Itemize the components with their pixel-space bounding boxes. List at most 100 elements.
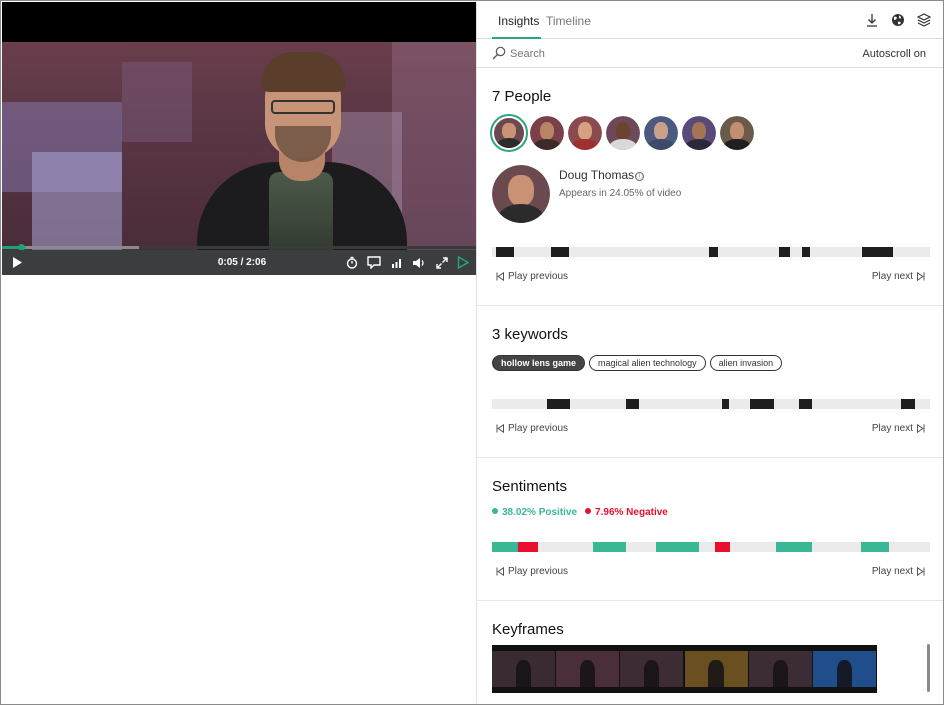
skip-previous-icon [496, 567, 504, 576]
search-bar: Autoscroll on [477, 39, 943, 68]
background-panel [32, 152, 122, 250]
playback-speed-icon[interactable] [343, 250, 361, 275]
timeline-segment[interactable] [862, 247, 893, 257]
autoscroll-toggle[interactable]: Autoscroll on [862, 48, 926, 60]
person-avatar[interactable] [568, 116, 602, 150]
timeline-segment[interactable] [546, 399, 570, 409]
keyframe-thumbnail[interactable] [684, 651, 748, 687]
timeline-segment[interactable] [496, 247, 514, 257]
selected-person-name[interactable]: Doug Thomas [559, 168, 634, 182]
video-player[interactable]: 0:05 / 2:06 [2, 2, 476, 275]
player-controls: 0:05 / 2:06 [2, 250, 476, 275]
people-play-next[interactable]: Play next [872, 271, 925, 282]
people-title: 7 People [492, 88, 552, 105]
keywords-play-next[interactable]: Play next [872, 423, 925, 434]
keyframe-thumbnail[interactable] [492, 651, 556, 687]
keywords-timeline[interactable] [492, 399, 930, 409]
timeline-segment[interactable] [492, 542, 519, 552]
sentiment-timeline[interactable] [492, 542, 930, 552]
skip-next-icon [917, 567, 925, 576]
keyframe-figure [772, 660, 788, 687]
tab-timeline[interactable]: Timeline [546, 14, 591, 28]
keyframe-figure [708, 660, 724, 687]
timeline-segment[interactable] [900, 399, 915, 409]
person-avatar[interactable] [530, 116, 564, 150]
layers-icon[interactable] [916, 12, 932, 28]
timeline-segment[interactable] [625, 399, 639, 409]
info-icon[interactable]: ⓘ [635, 172, 645, 181]
timeline-segment[interactable] [861, 542, 890, 552]
people-play-previous[interactable]: Play previous [496, 271, 568, 282]
keywords-play-previous[interactable]: Play previous [496, 423, 568, 434]
time-display: 0:05 / 2:06 [217, 257, 267, 268]
background-panel [122, 62, 192, 142]
fullscreen-icon[interactable] [433, 250, 451, 275]
avatar-image [568, 116, 602, 150]
keyword-chip[interactable]: magical alien technology [589, 355, 706, 371]
timeline-segment[interactable] [592, 542, 626, 552]
keyframe-figure [644, 660, 660, 687]
timeline-segment[interactable] [551, 247, 569, 257]
keyframe-figure [515, 660, 532, 687]
skip-next-icon [917, 424, 925, 433]
selected-person-avatar [492, 165, 550, 223]
search-icon [492, 46, 506, 60]
positive-legend[interactable]: 38.02% Positive [492, 507, 577, 518]
negative-label: 7.96% Negative [595, 507, 668, 518]
tab-insights[interactable]: Insights [498, 14, 539, 28]
negative-legend[interactable]: 7.96% Negative [585, 507, 668, 518]
keyframe-thumbnail[interactable] [556, 651, 620, 687]
seek-bar[interactable] [2, 244, 476, 251]
video-frame[interactable] [2, 42, 476, 250]
keyword-chip[interactable]: alien invasion [709, 355, 783, 371]
sentiments-play-next[interactable]: Play next [872, 566, 925, 577]
play-icon[interactable] [8, 250, 26, 275]
timeline-segment[interactable] [518, 542, 538, 552]
download-icon[interactable] [864, 12, 880, 28]
captions-icon[interactable] [365, 250, 383, 275]
keywords-title: 3 keywords [492, 326, 568, 343]
play-next-label: Play next [871, 271, 913, 282]
people-timeline[interactable] [492, 247, 930, 257]
skip-previous-icon [496, 424, 504, 433]
keyword-chip[interactable]: hollow lens game [492, 355, 586, 371]
keyframe-thumbnail[interactable] [748, 651, 812, 687]
keyframe-figure [836, 660, 852, 687]
timeline-segment[interactable] [714, 542, 730, 552]
timeline-segment[interactable] [749, 399, 775, 409]
person-avatar[interactable] [682, 116, 716, 150]
skip-next-icon [917, 272, 925, 281]
avatar-image [492, 165, 550, 223]
avatar-image [682, 116, 716, 150]
person-avatar[interactable] [606, 116, 640, 150]
keyword-chip-list: hollow lens game magical alien technology… [492, 355, 783, 371]
volume-icon[interactable] [410, 250, 428, 275]
panel-scrollbar[interactable] [927, 644, 930, 692]
keyframe-thumbnail[interactable] [620, 651, 684, 687]
timeline-segment[interactable] [798, 399, 812, 409]
avatar-image [494, 118, 524, 148]
play-previous-label: Play previous [508, 566, 569, 577]
negative-dot [585, 508, 592, 514]
keyframe-figure [580, 660, 596, 687]
timeline-segment[interactable] [778, 247, 790, 257]
person-avatar[interactable] [644, 116, 678, 150]
timeline-segment[interactable] [775, 542, 812, 552]
globe-icon[interactable] [890, 12, 906, 28]
keyframe-thumbnail[interactable] [812, 651, 876, 687]
person-avatar[interactable] [490, 114, 528, 152]
play-next-label: Play next [871, 423, 913, 434]
search-input[interactable] [510, 45, 710, 63]
timeline-segment[interactable] [721, 399, 730, 409]
timeline-segment[interactable] [802, 247, 811, 257]
sentiments-play-previous[interactable]: Play previous [496, 566, 568, 577]
insights-toggle-icon[interactable] [454, 250, 472, 275]
quality-icon[interactable] [388, 250, 406, 275]
timeline-segment[interactable] [708, 247, 718, 257]
speaker-figure [197, 42, 407, 250]
timeline-segment[interactable] [656, 542, 699, 552]
play-previous-label: Play previous [508, 423, 569, 434]
person-avatar[interactable] [720, 116, 754, 150]
keyframes-strip[interactable] [492, 645, 877, 693]
play-previous-label: Play previous [508, 271, 569, 282]
